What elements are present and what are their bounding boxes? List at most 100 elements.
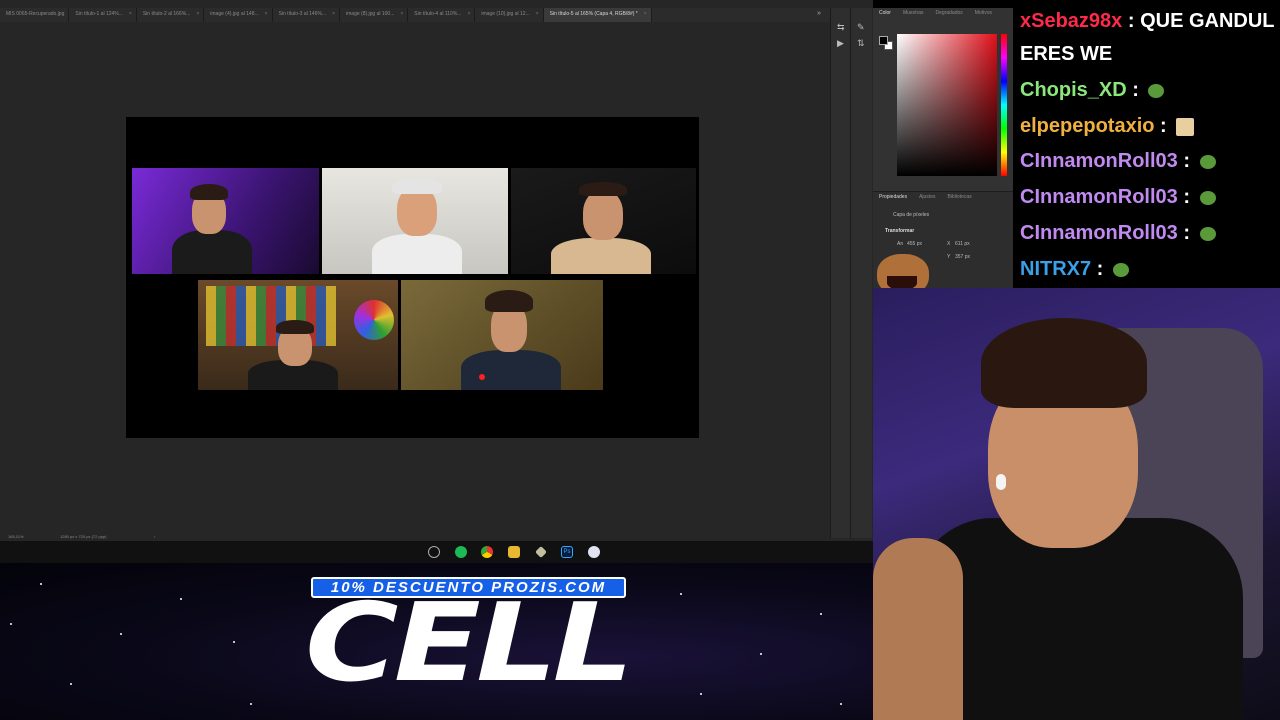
doc-tab[interactable]: MIS 0065-Recuperado.jpg xyxy=(0,8,70,22)
pepe-emote-icon xyxy=(1199,226,1216,241)
doc-tab[interactable]: Sin título-1 al 124%... × xyxy=(69,8,137,22)
chat-separator: : xyxy=(1126,79,1145,101)
close-icon[interactable]: × xyxy=(265,11,268,17)
streamer-webcam xyxy=(873,288,1280,720)
collage-cam-5 xyxy=(401,280,603,390)
pepe-emote-icon xyxy=(1199,154,1216,169)
star xyxy=(180,598,182,600)
chat-text: ERES WE xyxy=(1020,43,1113,65)
doc-tab-label: Sin título-1 al 124%... xyxy=(75,11,123,17)
chat-message: ERES WE xyxy=(1020,43,1112,66)
x-label: X xyxy=(947,241,951,247)
chat-separator: : xyxy=(1177,150,1196,172)
doc-tab-active[interactable]: Sin título-5 al 165% (Capa 4, RGB/8#) * × xyxy=(543,8,652,22)
tab-patterns[interactable]: Motivos xyxy=(969,10,998,18)
more-tabs-icon[interactable]: » xyxy=(817,10,821,17)
tab-adjustments[interactable]: Ajustes xyxy=(913,194,941,202)
app-icon[interactable] xyxy=(535,546,547,558)
chat-separator: : xyxy=(1122,10,1141,32)
star xyxy=(120,633,122,635)
doc-tab[interactable]: image (10).jpg al 12... × xyxy=(475,8,544,22)
x-field[interactable]: 611 px xyxy=(955,241,970,247)
doc-tab-label: Sin título-2 al 166%... xyxy=(142,11,191,17)
chat-text: QUE GANDUL xyxy=(1140,10,1275,32)
chat-message: CInnamonRoll03 : xyxy=(1020,150,1216,173)
tab-swatches[interactable]: Muestras xyxy=(897,10,930,18)
color-panel-tabs: Color Muestras Degradados Motivos xyxy=(873,8,1013,18)
doc-tab-label: image (10).jpg al 12... xyxy=(481,11,530,17)
star xyxy=(250,703,252,705)
clock-icon[interactable] xyxy=(428,546,440,558)
chat-message: NITRX7 : xyxy=(1020,258,1129,281)
tab-gradients[interactable]: Degradados xyxy=(930,10,969,18)
doc-tab[interactable]: Sin título-4 al 110%... × xyxy=(408,8,476,22)
brush-icon[interactable]: ✎ xyxy=(857,22,865,33)
foreground-color-swatch[interactable] xyxy=(879,36,888,45)
doc-tab-label: MIS 0065-Recuperado.jpg xyxy=(6,11,65,17)
play-icon[interactable]: ▶ xyxy=(837,38,844,49)
doc-tab-label: Sin título-5 al 165% (Capa 4, RGB/8#) * xyxy=(549,11,638,17)
chat-message: Chopis_XD : xyxy=(1020,79,1165,102)
close-icon[interactable]: × xyxy=(644,11,647,17)
photoshop-icon[interactable]: Ps xyxy=(561,546,573,558)
layer-type-label: Capa de píxeles xyxy=(893,212,930,218)
close-icon[interactable]: × xyxy=(129,11,132,17)
star xyxy=(40,583,42,585)
history-icon[interactable]: ⇆ xyxy=(837,22,845,33)
collage-cam-3 xyxy=(511,168,696,274)
doc-tab[interactable]: Sin título-3 al 146%... × xyxy=(273,8,341,22)
close-icon[interactable]: × xyxy=(196,11,199,17)
right-toolbar: ⇆ ▶ xyxy=(830,8,850,538)
folder-icon[interactable] xyxy=(508,546,520,558)
chat-separator: : xyxy=(1177,222,1196,244)
star xyxy=(760,653,762,655)
streamer-hair xyxy=(981,318,1147,408)
star xyxy=(840,703,842,705)
doc-tab[interactable]: image (8).jpg al 100... × xyxy=(340,8,409,22)
streamer-arm xyxy=(873,538,963,720)
document-canvas[interactable] xyxy=(126,117,699,438)
spotify-icon[interactable] xyxy=(455,546,467,558)
close-icon[interactable]: × xyxy=(536,11,539,17)
doc-tab-label: Sin título-3 al 146%... xyxy=(278,11,327,17)
earbud-icon xyxy=(996,474,1006,490)
chrome-icon[interactable] xyxy=(481,546,493,558)
star xyxy=(10,623,12,625)
collage-cam-4 xyxy=(198,280,398,390)
chat-separator: : xyxy=(1091,258,1109,280)
hue-slider[interactable] xyxy=(1001,34,1007,176)
right-toolbar-2: ✎ ⇅ xyxy=(850,8,872,538)
tab-libraries[interactable]: Bibliotecas xyxy=(941,194,977,202)
chat-message: xSebaz98x : QUE GANDUL xyxy=(1020,10,1275,33)
doc-size: 1280 px x 720 px (72 ppp) xyxy=(60,534,107,539)
close-icon[interactable]: × xyxy=(400,11,403,17)
document-tabs: MIS 0065-Recuperado.jpg Sin título-1 al … xyxy=(0,8,830,22)
adjust-icon[interactable]: ⇅ xyxy=(857,38,865,49)
width-field[interactable]: 455 px xyxy=(907,241,922,247)
star xyxy=(700,693,702,695)
status-bar: 165,11% 1280 px x 720 px (72 ppp) › xyxy=(0,530,818,541)
doc-tab[interactable]: image (4).jpg al 148... × xyxy=(204,8,273,22)
collage-cam-2 xyxy=(322,168,508,274)
color-picker-field[interactable] xyxy=(897,34,997,176)
tab-color[interactable]: Color xyxy=(873,10,897,18)
status-arrow-icon[interactable]: › xyxy=(154,534,155,539)
doc-tab-label: Sin título-4 al 110%... xyxy=(414,11,462,17)
chat-username: CInnamonRoll03 xyxy=(1020,222,1178,244)
discord-icon[interactable] xyxy=(588,546,600,558)
doc-tab[interactable]: Sin título-2 al 166%... × xyxy=(137,8,205,22)
properties-tabs: Propiedades Ajustes Bibliotecas xyxy=(873,192,1013,202)
zoom-level[interactable]: 165,11% xyxy=(8,534,24,539)
pepe-emote-icon xyxy=(1112,262,1129,277)
photoshop-window: MIS 0065-Recuperado.jpg Sin título-1 al … xyxy=(0,0,1013,541)
close-icon[interactable]: × xyxy=(467,11,470,17)
pepe-emote-icon xyxy=(1148,83,1165,98)
y-field[interactable]: 357 px xyxy=(955,254,970,260)
tab-properties[interactable]: Propiedades xyxy=(873,194,913,202)
transform-heading: Transformar xyxy=(885,228,915,234)
chat-username: xSebaz98x xyxy=(1020,10,1123,32)
doc-tab-label: image (8).jpg al 100... xyxy=(346,11,395,17)
close-icon[interactable]: × xyxy=(332,11,335,17)
chat-username: CInnamonRoll03 xyxy=(1020,186,1178,208)
chat-separator: : xyxy=(1154,115,1173,137)
